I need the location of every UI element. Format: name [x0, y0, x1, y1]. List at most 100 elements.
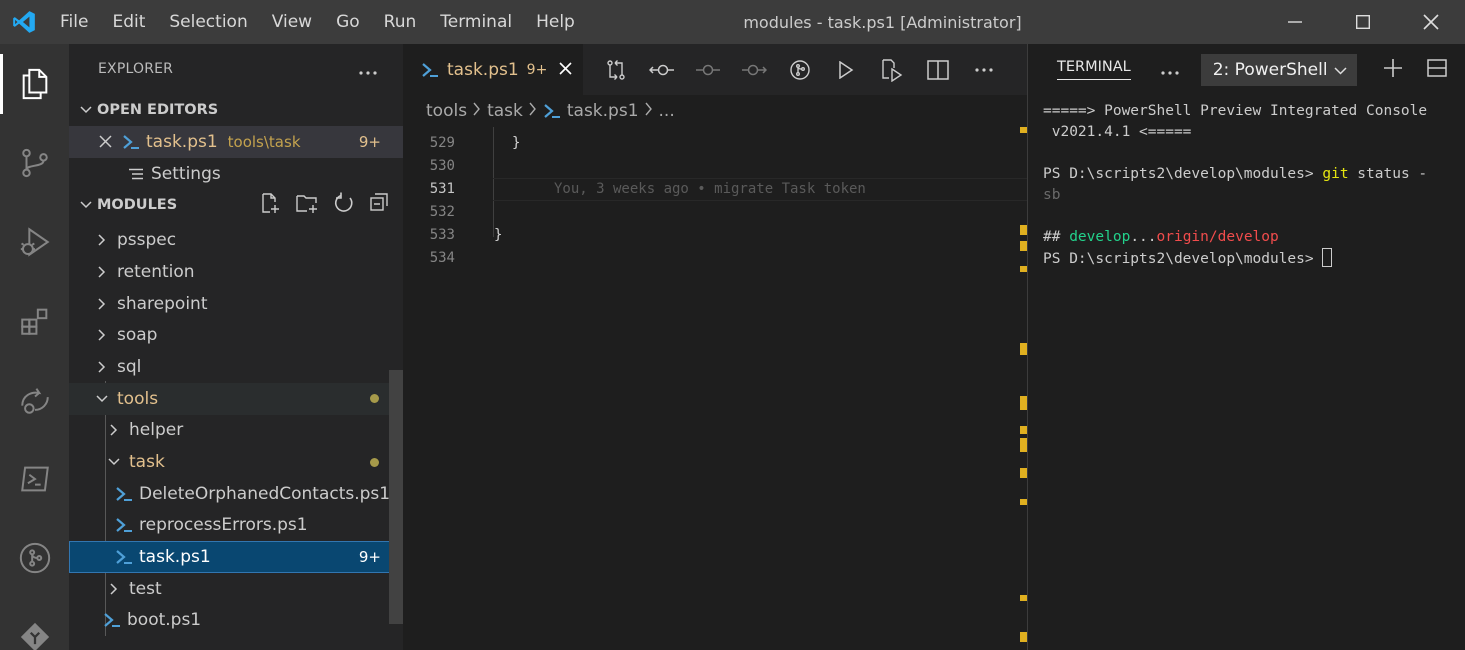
title-bar: File Edit Selection View Go Run Terminal… — [0, 0, 1465, 44]
editor-tabs: task.ps1 9+ — [403, 44, 1027, 95]
menu-run[interactable]: Run — [372, 0, 429, 44]
folder-task[interactable]: task — [69, 446, 403, 478]
folder-helper[interactable]: helper — [69, 415, 403, 447]
chevron-down-icon — [75, 201, 97, 209]
maximize-icon[interactable] — [1329, 0, 1397, 44]
warning-marker — [1020, 241, 1027, 251]
tab-task-ps1[interactable]: task.ps1 9+ — [403, 44, 583, 95]
run-selection-icon[interactable] — [869, 44, 915, 95]
chevron-right-icon — [103, 583, 125, 595]
new-file-icon[interactable] — [259, 192, 281, 218]
tree-item-label: reprocessErrors.ps1 — [139, 515, 308, 536]
folder-sql[interactable]: sql — [69, 351, 403, 383]
previous-revision-icon[interactable] — [639, 44, 685, 95]
powershell-icon[interactable] — [0, 439, 69, 518]
chevron-down-icon — [91, 395, 113, 403]
gitlens-blame-icon[interactable] — [777, 44, 823, 95]
open-editors-label: OPEN EDITORS — [97, 102, 219, 118]
open-editor-item-task[interactable]: task.ps1 tools\task 9+ — [69, 126, 403, 158]
editor-group: task.ps1 9+ tools task task.ps1 ... 529 … — [403, 44, 1027, 650]
folder-psspec[interactable]: psspec — [69, 224, 403, 256]
file-reprocesserrors[interactable]: reprocessErrors.ps1 — [69, 510, 403, 542]
more-actions-icon[interactable] — [1161, 60, 1179, 79]
terminal-shell-select[interactable]: 2: PowerShell — [1200, 53, 1357, 86]
chevron-down-icon — [75, 106, 97, 114]
explorer-title: EXPLORER — [98, 61, 174, 77]
explorer-sidebar: EXPLORER OPEN EDITORS task.ps1 tools\tas… — [69, 44, 403, 650]
collapse-all-icon[interactable] — [369, 192, 389, 218]
breadcrumb-item[interactable]: task.ps1 — [567, 101, 639, 121]
chevron-right-icon — [473, 101, 481, 121]
powershell-file-icon — [120, 134, 142, 150]
problems-badge: 9+ — [358, 132, 381, 151]
folder-tools[interactable]: tools — [69, 382, 403, 415]
more-actions-icon[interactable] — [359, 60, 377, 79]
modules-section[interactable]: MODULES — [69, 189, 403, 221]
warning-marker — [1020, 225, 1027, 235]
menu-terminal[interactable]: Terminal — [428, 0, 524, 44]
remote-explorer-icon[interactable] — [0, 360, 69, 439]
overview-ruler[interactable] — [1020, 44, 1027, 644]
chevron-down-icon — [103, 458, 125, 466]
terminal-shell-label: 2: PowerShell — [1212, 59, 1328, 80]
run-icon[interactable] — [823, 44, 869, 95]
menu-go[interactable]: Go — [324, 0, 372, 44]
menu-help[interactable]: Help — [524, 0, 587, 44]
tree-item-label: sharepoint — [117, 293, 208, 314]
tree-item-label: retention — [117, 261, 195, 282]
open-changes-icon[interactable] — [593, 44, 639, 95]
split-terminal-icon[interactable] — [1426, 58, 1447, 81]
refresh-icon[interactable] — [333, 192, 355, 218]
tree-item-label: helper — [129, 420, 184, 441]
chevron-right-icon — [644, 101, 653, 121]
breadcrumb-item[interactable]: tools — [426, 101, 467, 121]
activity-bar — [0, 44, 69, 650]
powershell-file-icon — [421, 62, 439, 78]
close-window-icon[interactable] — [1397, 0, 1465, 44]
breadcrumb-item[interactable]: task — [487, 101, 523, 121]
problems-badge: 9+ — [358, 548, 381, 567]
new-folder-icon[interactable] — [295, 192, 319, 218]
run-debug-icon[interactable] — [0, 202, 69, 281]
folder-test[interactable]: test — [69, 573, 403, 605]
git-graph-icon[interactable] — [0, 518, 69, 597]
folder-soap[interactable]: soap — [69, 319, 403, 351]
minimize-icon[interactable] — [1261, 0, 1329, 44]
terminal-output[interactable]: =====> PowerShell Preview Integrated Con… — [1028, 95, 1465, 270]
menu-file[interactable]: File — [48, 0, 100, 44]
powershell-file-icon — [101, 612, 123, 628]
sidebar-scrollbar[interactable] — [389, 370, 403, 624]
source-control-icon[interactable] — [0, 123, 69, 202]
menu-selection[interactable]: Selection — [157, 0, 259, 44]
terminal-remote-branch: origin/develop — [1156, 229, 1279, 245]
line-number: 531 — [429, 181, 455, 197]
new-terminal-icon[interactable] — [1383, 58, 1403, 82]
folder-sharepoint[interactable]: sharepoint — [69, 288, 403, 320]
open-editors-section[interactable]: OPEN EDITORS — [69, 94, 403, 126]
explorer-icon[interactable] — [0, 44, 69, 123]
chevron-right-icon — [103, 424, 125, 436]
file-task-ps1[interactable]: task.ps1 9+ — [69, 541, 403, 573]
chevron-right-icon — [91, 234, 113, 246]
code-editor[interactable]: 529 } 530 531 You, 3 weeks ago • migrate… — [403, 127, 1027, 647]
menu-view[interactable]: View — [260, 0, 324, 44]
modified-indicator — [370, 457, 379, 467]
extensions-icon[interactable] — [0, 281, 69, 360]
close-editor-icon[interactable] — [99, 135, 112, 148]
close-tab-icon[interactable] — [559, 60, 572, 80]
file-deleteorphanedcontacts[interactable]: DeleteOrphanedContacts.ps1 — [69, 478, 403, 510]
open-editor-item-settings[interactable]: Settings — [69, 158, 403, 190]
more-actions-icon[interactable] — [961, 44, 1007, 95]
gitlens-icon[interactable] — [0, 597, 69, 650]
menu-edit[interactable]: Edit — [100, 0, 157, 44]
folder-retention[interactable]: retention — [69, 256, 403, 288]
next-revision-icon[interactable] — [731, 44, 777, 95]
terminal-prompt: PS D:\scripts2\develop\modules> — [1043, 166, 1323, 182]
breadcrumb-item[interactable]: ... — [659, 101, 675, 121]
terminal-tab[interactable]: TERMINAL — [1057, 59, 1131, 80]
line-number: 532 — [429, 204, 455, 220]
file-boot-ps1[interactable]: boot.ps1 — [69, 605, 403, 637]
commit-icon[interactable] — [685, 44, 731, 95]
split-editor-icon[interactable] — [915, 44, 961, 95]
warning-marker — [1020, 468, 1027, 478]
